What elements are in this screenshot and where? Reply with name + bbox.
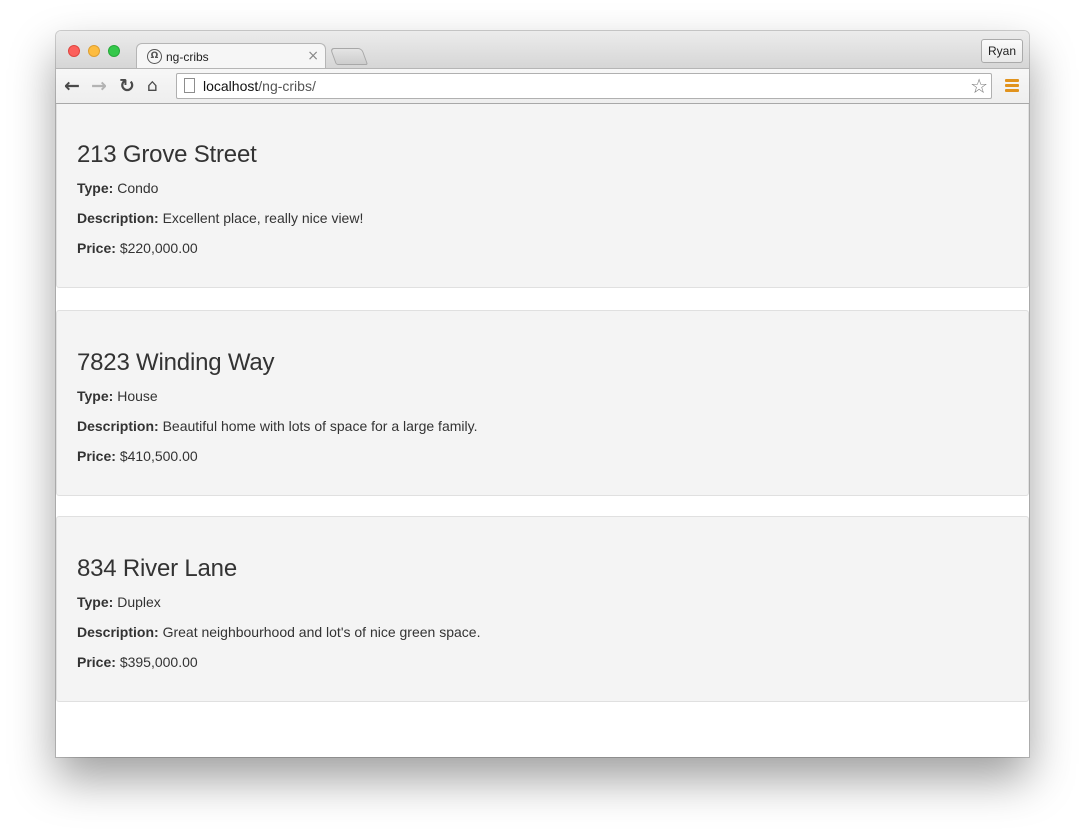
zoom-window-button[interactable] (108, 45, 120, 57)
crib-address: 7823 Winding Way (77, 349, 275, 376)
description-label: Description: (77, 624, 159, 640)
crib-price: Price: $395,000.00 (77, 654, 198, 670)
reload-icon[interactable]: ↻ (119, 73, 135, 99)
type-label: Type: (77, 180, 114, 196)
type-label: Type: (77, 594, 114, 610)
crib-type: Type: Duplex (77, 594, 161, 610)
favicon-icon: Ω (147, 49, 162, 64)
description-value: Excellent place, really nice view! (162, 210, 364, 226)
crib-description: Description: Great neighbourhood and lot… (77, 624, 480, 640)
address-bar[interactable]: localhost/ng-cribs/ ☆ (176, 73, 992, 99)
tab-ng-cribs[interactable]: Ω ng-cribs × (136, 43, 326, 69)
back-arrow-icon[interactable]: ← (64, 73, 80, 99)
profile-button[interactable]: Ryan (981, 39, 1023, 63)
crib-address: 213 Grove Street (77, 141, 257, 168)
crib-card: 834 River Lane Type: Duplex Description:… (56, 516, 1029, 702)
type-value: Duplex (117, 594, 161, 610)
description-value: Beautiful home with lots of space for a … (162, 418, 478, 434)
crib-price: Price: $410,500.00 (77, 448, 198, 464)
bookmark-star-icon[interactable]: ☆ (970, 74, 988, 98)
description-label: Description: (77, 418, 159, 434)
price-label: Price: (77, 654, 116, 670)
url-text[interactable]: localhost/ng-cribs/ (203, 78, 316, 94)
crib-type: Type: Condo (77, 180, 158, 196)
crib-card: 7823 Winding Way Type: House Description… (56, 310, 1029, 496)
description-label: Description: (77, 210, 159, 226)
price-value: $395,000.00 (119, 654, 198, 670)
crib-description: Description: Excellent place, really nic… (77, 210, 363, 226)
crib-price: Price: $220,000.00 (77, 240, 198, 256)
forward-arrow-icon[interactable]: → (91, 73, 107, 99)
url-host: localhost (203, 78, 259, 94)
page-content: 213 Grove Street Type: Condo Description… (56, 104, 1029, 757)
url-path: /ng-cribs/ (258, 78, 316, 94)
new-tab-button[interactable] (329, 48, 369, 65)
crib-card: 213 Grove Street Type: Condo Description… (56, 104, 1029, 288)
page-icon (184, 78, 195, 93)
type-value: House (117, 388, 158, 404)
home-icon[interactable]: ⌂ (147, 73, 158, 99)
tab-title: ng-cribs (166, 50, 209, 64)
price-label: Price: (77, 240, 116, 256)
toolbar: ← → ↻ ⌂ localhost/ng-cribs/ ☆ (56, 68, 1029, 104)
menu-icon[interactable] (1005, 79, 1019, 93)
type-value: Condo (117, 180, 159, 196)
crib-type: Type: House (77, 388, 158, 404)
crib-address: 834 River Lane (77, 555, 237, 582)
price-label: Price: (77, 448, 116, 464)
price-value: $410,500.00 (119, 448, 198, 464)
description-value: Great neighbourhood and lot's of nice gr… (162, 624, 481, 640)
crib-description: Description: Beautiful home with lots of… (77, 418, 477, 434)
title-bar: Ω ng-cribs × Ryan (56, 31, 1029, 69)
tab-close-icon[interactable]: × (307, 48, 319, 64)
price-value: $220,000.00 (119, 240, 198, 256)
close-window-button[interactable] (68, 45, 80, 57)
browser-window: Ω ng-cribs × Ryan ← → ↻ ⌂ localhost/ng-c… (56, 31, 1029, 757)
type-label: Type: (77, 388, 114, 404)
minimize-window-button[interactable] (88, 45, 100, 57)
